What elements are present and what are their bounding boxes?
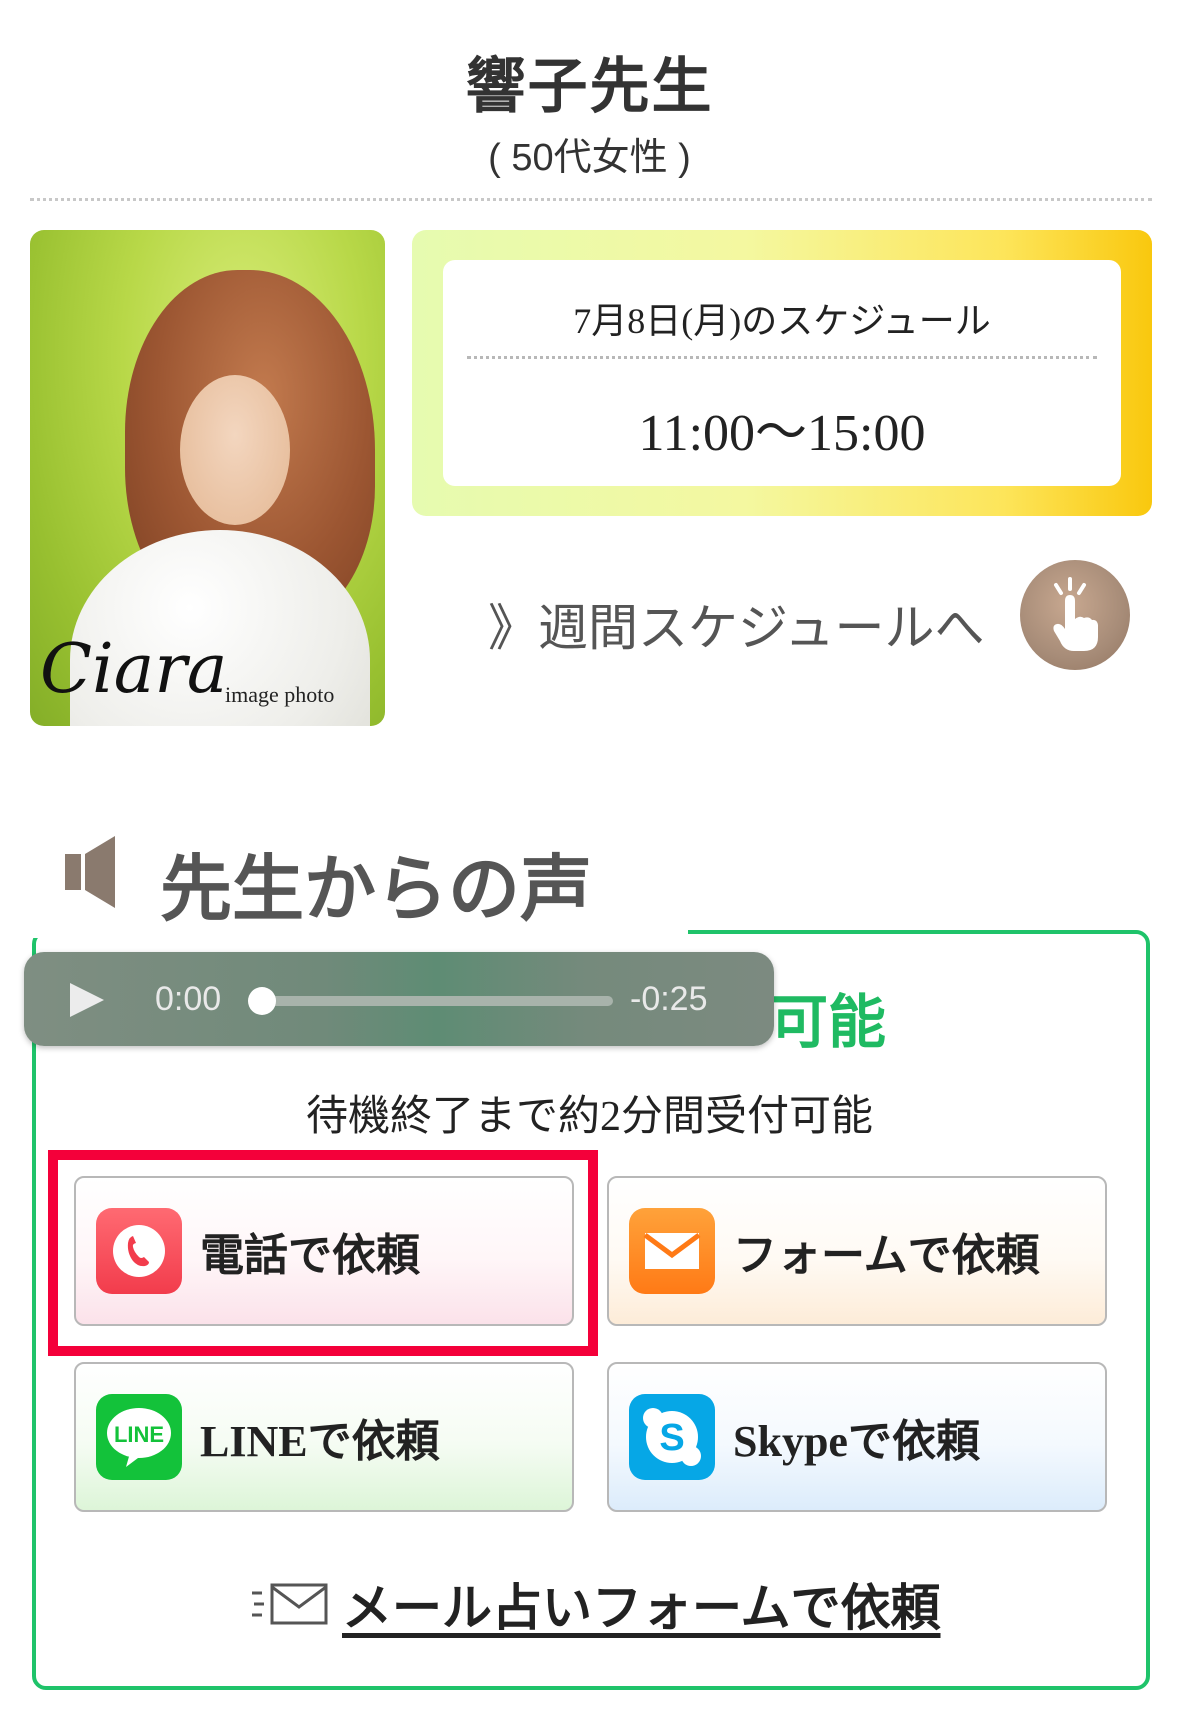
speaker-icon — [65, 832, 125, 912]
header-divider — [30, 198, 1152, 201]
play-icon[interactable] — [70, 983, 104, 1017]
schedule-date: 7月8日(月)のスケジュール — [573, 301, 991, 341]
line-request-label: LINEで依頼 — [200, 1417, 440, 1466]
skype-request-label: Skypeで依頼 — [733, 1417, 980, 1466]
envelope-icon — [629, 1208, 715, 1294]
line-icon: LINE — [96, 1394, 182, 1480]
mail-fortune-label[interactable]: メール占いフォームで依頼 — [342, 1568, 941, 1640]
photo-caption: image photo — [225, 682, 335, 707]
mail-icon — [252, 1583, 328, 1625]
skype-request-button[interactable]: S Skypeで依頼 — [607, 1362, 1107, 1512]
form-request-button[interactable]: フォームで依頼 — [607, 1176, 1107, 1326]
voice-heading: 先生からの声 — [160, 850, 593, 930]
status-note: 待機終了まで約2分間受付可能 — [305, 1094, 873, 1140]
skype-icon: S — [629, 1394, 715, 1480]
weekly-schedule-link[interactable]: 》週間スケジュールへ — [488, 588, 985, 660]
teacher-age: ( 50代女性 ) — [488, 137, 691, 179]
line-icon-text: LINE — [114, 1422, 164, 1447]
audio-progress-track[interactable] — [258, 996, 613, 1006]
line-request-button[interactable]: LINE LINEで依頼 — [74, 1362, 574, 1512]
schedule-divider — [467, 356, 1097, 359]
form-request-label: フォームで依頼 — [733, 1231, 1040, 1280]
schedule-time: 11:00〜15:00 — [638, 405, 926, 462]
pointing-hand-icon[interactable] — [1020, 560, 1130, 670]
teacher-name: 響子先生 — [465, 54, 714, 120]
skype-icon-text: S — [659, 1417, 684, 1459]
photo-logo: Ciara — [40, 630, 228, 709]
status-box-gap — [28, 924, 688, 938]
status-title: 可能 — [770, 990, 887, 1055]
audio-remaining-time: -0:25 — [630, 980, 708, 1018]
photo-face — [180, 375, 290, 525]
audio-current-time: 0:00 — [155, 980, 222, 1018]
audio-progress-handle[interactable] — [248, 987, 276, 1015]
teacher-photo: Ciara image photo — [30, 230, 385, 726]
mail-fortune-link[interactable]: メール占いフォームで依頼 — [250, 1568, 941, 1640]
highlight-frame — [48, 1150, 598, 1356]
